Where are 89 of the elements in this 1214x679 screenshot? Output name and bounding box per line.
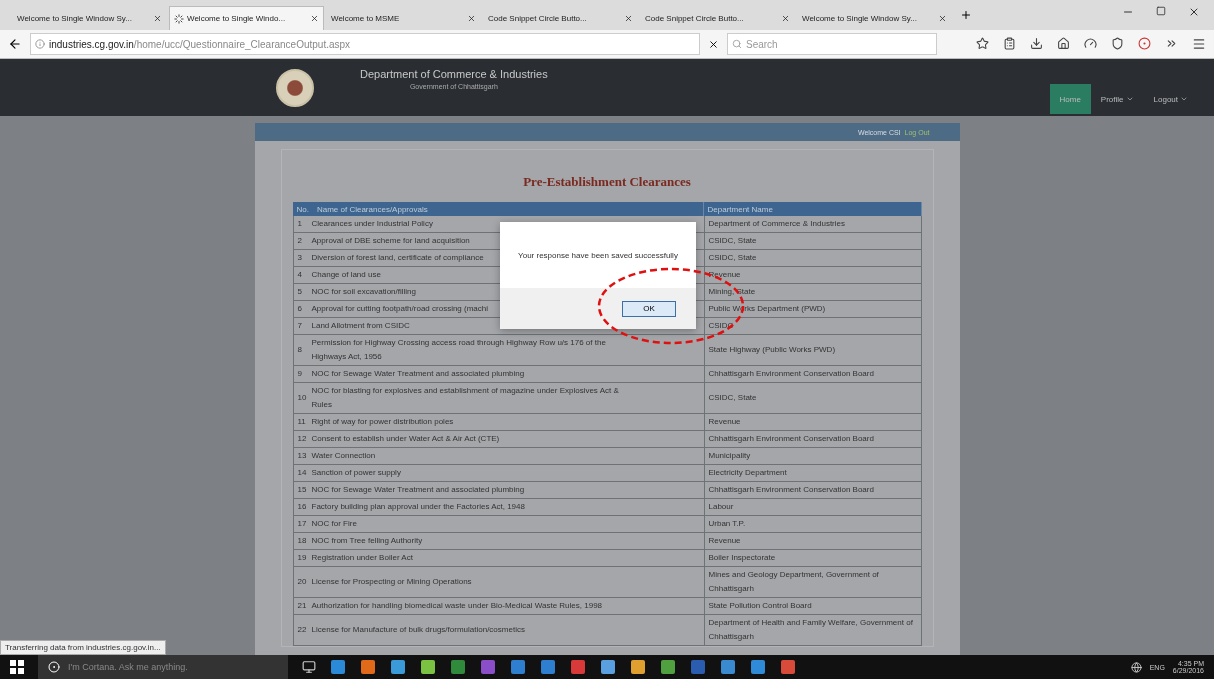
app-icon[interactable] xyxy=(360,659,376,675)
app-icon[interactable] xyxy=(330,659,346,675)
chevrons-icon[interactable] xyxy=(1165,37,1178,50)
app-icon[interactable] xyxy=(720,659,736,675)
table-cell: Labour xyxy=(703,499,922,516)
table-cell: 17 NOC for Fire xyxy=(292,516,704,533)
maximize-icon[interactable] xyxy=(1156,6,1166,16)
clipboard-icon[interactable] xyxy=(1003,37,1016,50)
close-icon[interactable] xyxy=(781,14,790,23)
app-icon[interactable] xyxy=(450,659,466,675)
table-cell: CSIDC, State xyxy=(703,233,922,250)
app-icon[interactable] xyxy=(480,659,496,675)
back-icon[interactable] xyxy=(8,37,22,51)
nav-item[interactable]: Profile xyxy=(1090,84,1144,114)
app-icon[interactable] xyxy=(570,659,586,675)
table-cell: Mines and Geology Department, Government of Chhattisgarh xyxy=(703,567,922,598)
gauge-icon[interactable] xyxy=(1084,37,1097,50)
app-icon[interactable] xyxy=(630,659,646,675)
shield-icon[interactable] xyxy=(1111,37,1124,50)
table-cell: 13 Water Connection xyxy=(292,448,704,465)
close-icon[interactable] xyxy=(310,14,319,23)
address-field[interactable]: industries.cg.gov.in/home/ucc/Questionnaire_ClearanceOutput.aspx xyxy=(30,33,700,55)
close-icon[interactable] xyxy=(938,14,947,23)
table-cell: 11 Right of way for power distribution poles xyxy=(292,414,704,431)
table-cell: Boiler Inspectorate xyxy=(703,550,922,567)
table-cell: CSIDC, State xyxy=(703,383,922,414)
table-cell: Chhattisgarh Environment Conservation Board xyxy=(703,482,922,499)
table-cell: Department of Commerce & Industries xyxy=(703,216,922,233)
download-icon[interactable] xyxy=(1030,37,1043,50)
table-cell: State Pollution Control Board xyxy=(703,598,922,615)
close-icon[interactable] xyxy=(624,14,633,23)
cortana-search-field[interactable]: I'm Cortana. Ask me anything. xyxy=(38,655,288,679)
close-icon[interactable] xyxy=(153,14,162,23)
table-cell: CSIDC, State xyxy=(703,250,922,267)
table-cell: Municipality xyxy=(703,448,922,465)
app-icon[interactable] xyxy=(750,659,766,675)
table-cell: 9 NOC for Sewage Water Treatment and associated plumbing xyxy=(292,366,704,383)
app-icon[interactable] xyxy=(600,659,616,675)
table-cell: Revenue xyxy=(703,533,922,550)
app-icon[interactable] xyxy=(780,659,796,675)
table-cell: Mining, State xyxy=(703,284,922,301)
new-tab-icon[interactable] xyxy=(960,9,972,21)
table-cell: 10 NOC for blasting for explosives and establishment of magazine under Explosives Act & Rules xyxy=(292,383,704,414)
stop-icon[interactable] xyxy=(708,38,719,50)
search-icon xyxy=(732,39,742,49)
table-cell: 21 Authorization for handling biomedical waste under Bio-Medical Waste Rules, 1998 xyxy=(292,598,704,615)
table-cell: 18 NOC from Tree felling Authority xyxy=(292,533,704,550)
emblem-logo xyxy=(276,68,314,107)
table-cell: 14 Sanction of power supply xyxy=(292,465,704,482)
table-cell: CSIDC xyxy=(703,318,922,335)
table-cell: 16 Factory building plan approval under the Factories Act, 1948 xyxy=(292,499,704,516)
column-header: No. Name of Clearances/Approvals xyxy=(292,202,704,216)
table-cell: Electricity Department xyxy=(703,465,922,482)
app-icon[interactable] xyxy=(510,659,526,675)
network-icon xyxy=(1130,661,1142,673)
circle-icon[interactable] xyxy=(1138,37,1151,50)
table-cell: Department of Health and Family Welfare, Government of Chhattisgarh xyxy=(703,615,922,646)
column-header: Department Name xyxy=(703,202,922,216)
info-icon xyxy=(35,39,45,49)
table-cell: State Highway (Public Works PWD) xyxy=(703,335,922,366)
browser-tab[interactable]: Welcome to Single Windo... xyxy=(169,6,324,30)
table-cell: Chhattisgarh Environment Conservation Board xyxy=(703,431,922,448)
app-icon[interactable] xyxy=(390,659,406,675)
star-icon[interactable] xyxy=(976,37,989,50)
app-icon[interactable] xyxy=(660,659,676,675)
close-icon[interactable] xyxy=(467,14,476,23)
table-cell: 15 NOC for Sewage Water Treatment and associated plumbing xyxy=(292,482,704,499)
app-icon[interactable] xyxy=(540,659,556,675)
ok-button[interactable]: OK xyxy=(622,300,676,317)
site-title: Department of Commerce & Industries xyxy=(360,67,548,80)
task-view-icon[interactable] xyxy=(302,660,316,674)
close-icon[interactable] xyxy=(1188,6,1200,18)
table-cell: 20 License for Prospecting or Mining Operations xyxy=(292,567,704,598)
table-cell: Urban T.P. xyxy=(703,516,922,533)
menu-icon[interactable] xyxy=(1192,37,1206,51)
table-cell: 8 Permission for Highway Crossing access road through Highway Row u/s 176 of the Highways Act, 1956 xyxy=(292,335,704,366)
status-text: Transferring data from industries.cg.gov.in... xyxy=(0,640,166,655)
table-cell: Revenue xyxy=(703,414,922,431)
nav-item[interactable]: Logout xyxy=(1143,84,1198,114)
dialog-message: Your response have been saved successfully xyxy=(517,249,679,262)
cortana-icon xyxy=(48,661,60,673)
app-icon[interactable] xyxy=(420,659,436,675)
page-title: Pre-Establishment Clearances xyxy=(523,174,691,190)
table-cell: 12 Consent to establish under Water Act & Air Act (CTE) xyxy=(292,431,704,448)
table-cell: 19 Registration under Boiler Act xyxy=(292,550,704,567)
windows-icon[interactable] xyxy=(10,660,24,674)
table-cell: 22 License for Manufacture of bulk drugs/formulation/cosmetics xyxy=(292,615,704,646)
table-cell: Chhattisgarh Environment Conservation Board xyxy=(703,366,922,383)
home-icon[interactable] xyxy=(1057,37,1070,50)
